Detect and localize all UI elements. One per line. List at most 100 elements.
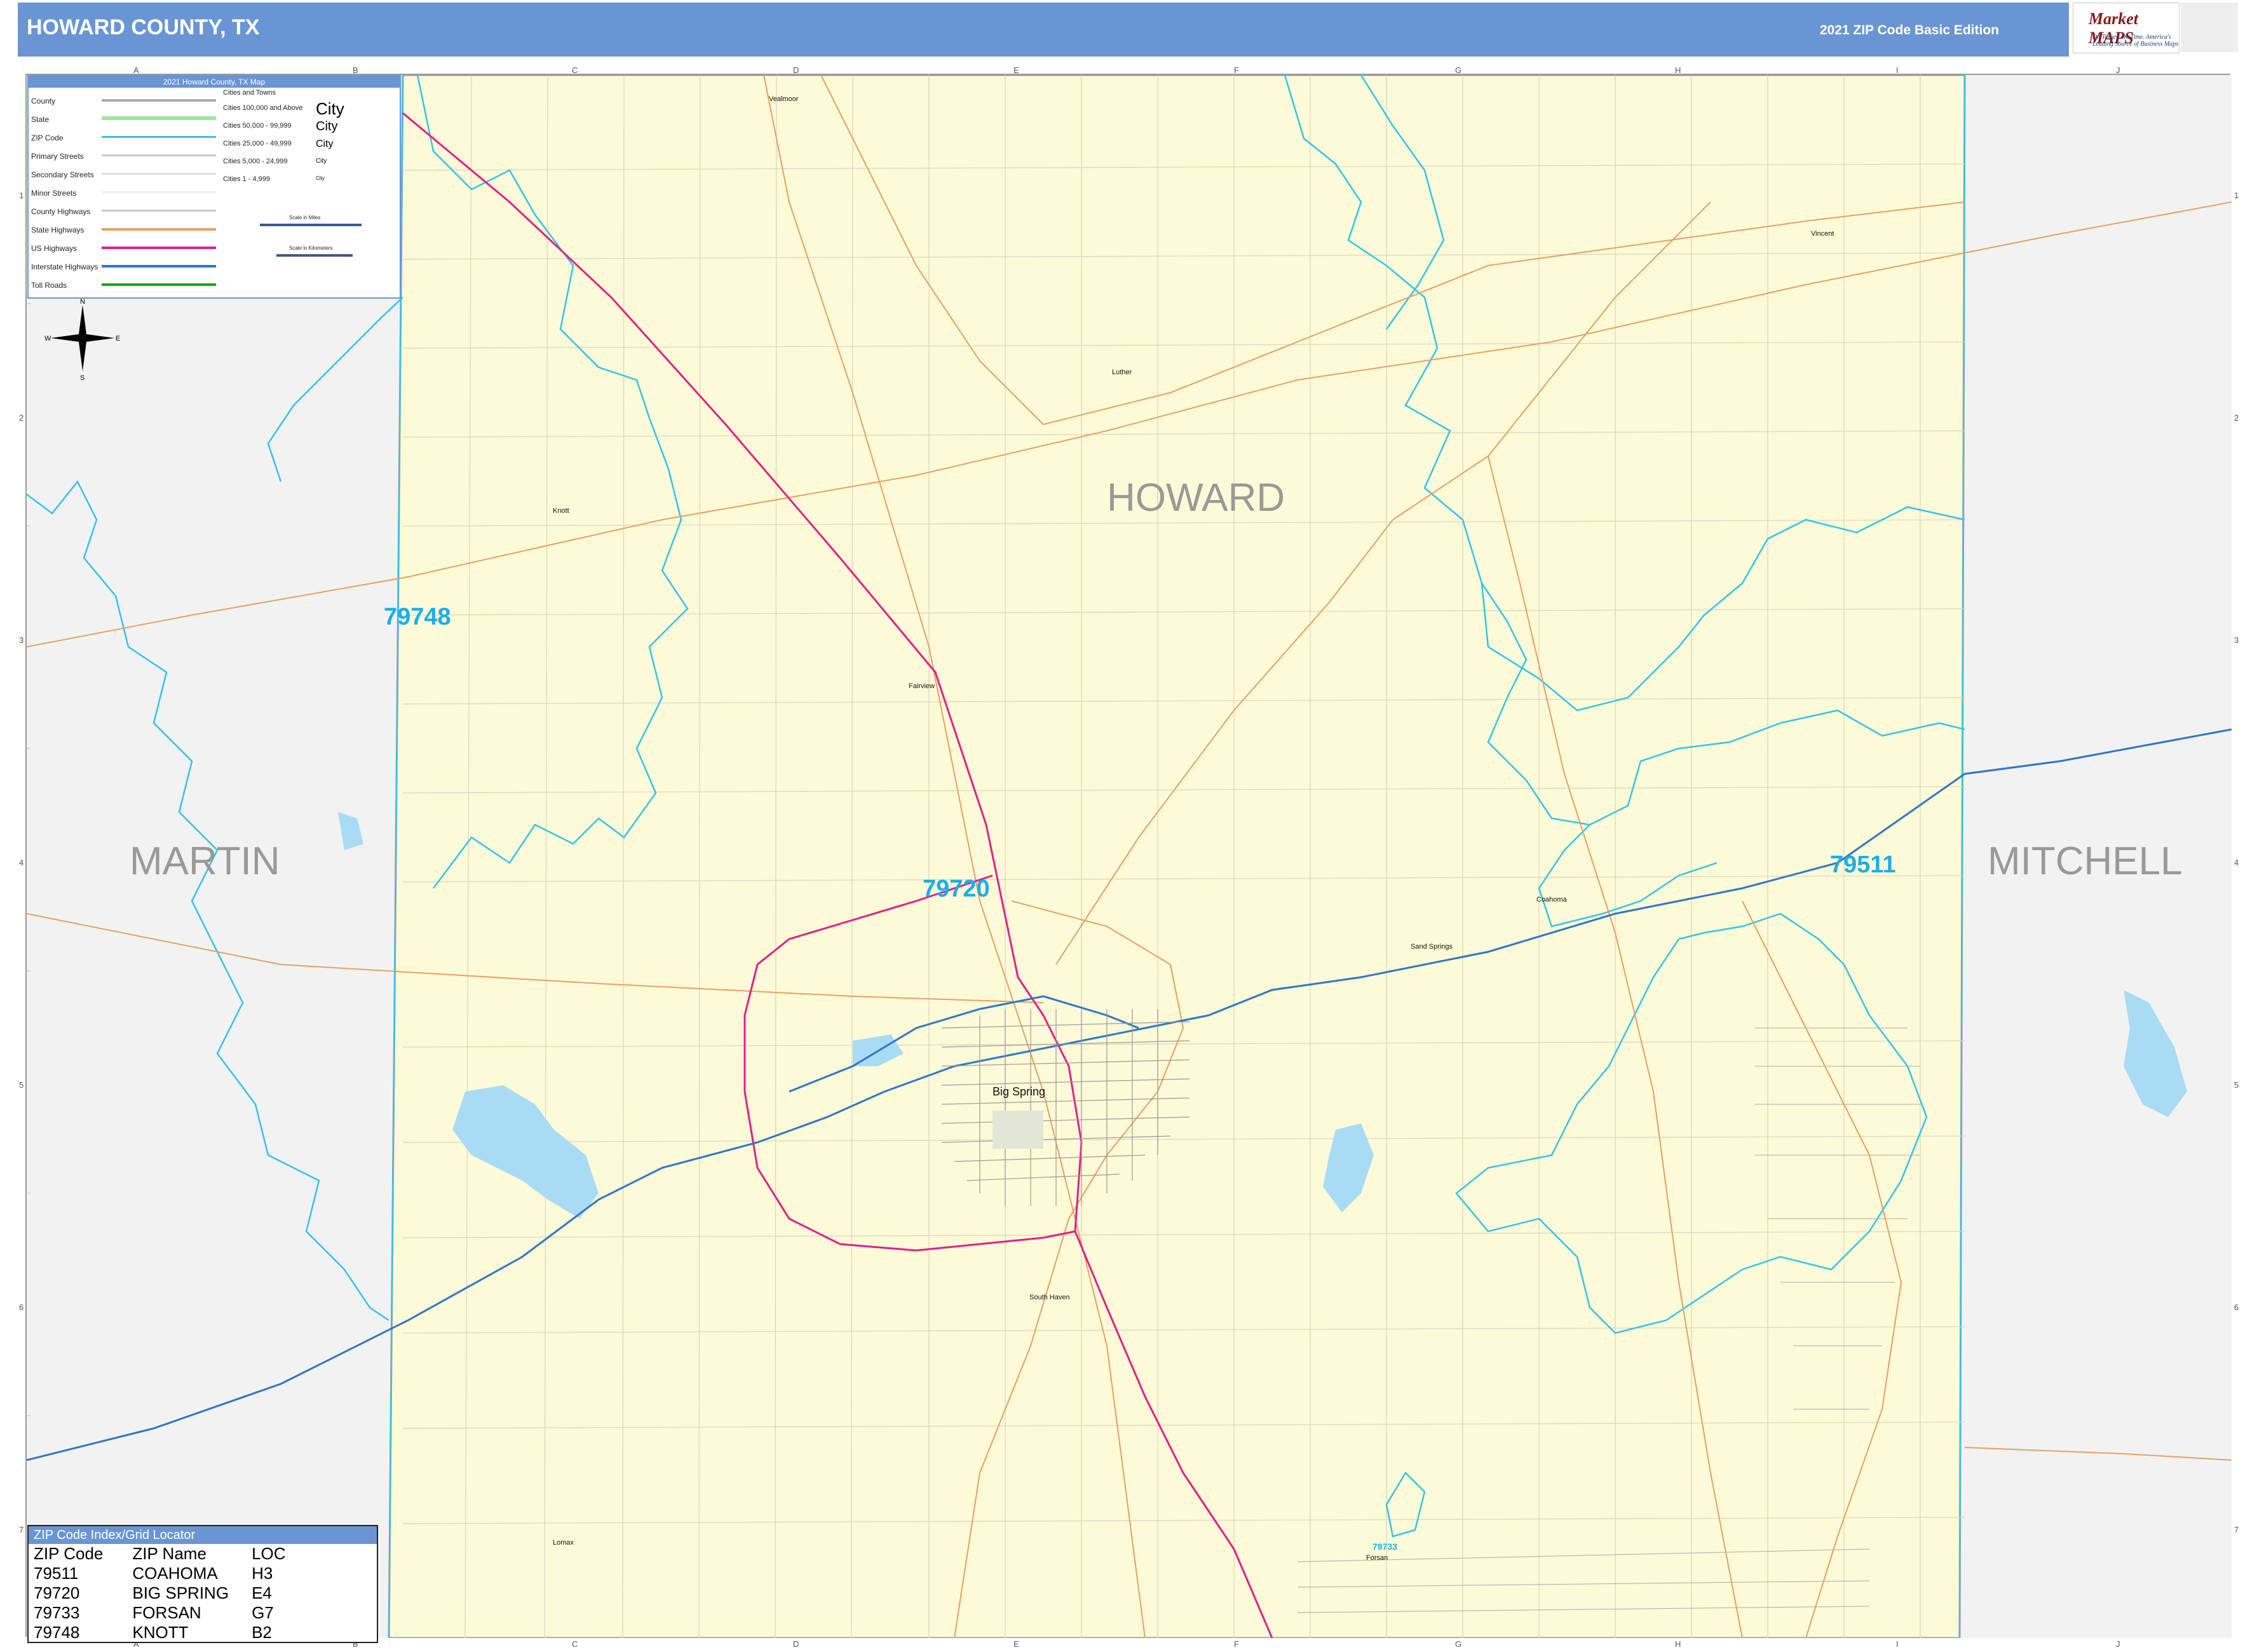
legend-title: 2021 Howard County, TX Map (29, 76, 400, 88)
legend-city-mark: City (316, 119, 338, 133)
zip-label-79511: 79511 (1830, 851, 1896, 878)
place-label-coahoma: Coahoma (1536, 896, 1567, 904)
legend-city-class: Cities 50,000 - 99,999 (223, 122, 292, 130)
grid-col-label: D (793, 1639, 799, 1649)
compass-n: N (80, 299, 85, 306)
zip-index-cell: H3 (252, 1564, 273, 1583)
grid-col-label: H (1675, 1639, 1681, 1649)
grid-row-label: 7 (2234, 1525, 2239, 1534)
map-header: HOWARD COUNTY, TX 2021 ZIP Code Basic Ed… (18, 3, 2069, 57)
legend-swatch-county (102, 99, 216, 102)
edition-label: 2021 ZIP Code Basic Edition (1819, 23, 1999, 37)
place-label-fairview: Fairview (909, 682, 935, 690)
zip-index-header: LOC (252, 1544, 286, 1563)
legend-city-mark: City (316, 175, 325, 181)
legend-item-county: County (31, 97, 56, 105)
place-label-south-haven: South Haven (1029, 1294, 1070, 1301)
logo-contact-box (2181, 3, 2238, 52)
grid-col-label: D (793, 65, 799, 75)
zip-label-79720: 79720 (923, 876, 990, 902)
legend-swatch-interstate (102, 265, 216, 267)
place-label-vealmoor: Vealmoor (769, 95, 799, 103)
zip-index-header: ZIP Name (132, 1544, 207, 1563)
airport-area (993, 1111, 1043, 1149)
compass-w: W (44, 335, 51, 342)
place-label-vincent: Vincent (1811, 230, 1834, 238)
howard-county-area (388, 75, 1966, 1638)
grid-col-label: E (1013, 1639, 1019, 1649)
legend-swatch-county-hwy (102, 210, 216, 212)
grid-col-label: J (2116, 65, 2120, 75)
zip-index-cell: B2 (252, 1623, 272, 1642)
legend-swatch-us-hwy (102, 247, 216, 249)
legend-city-class: Cities 1 - 4,999 (223, 175, 270, 183)
zip-index-row: 79748 KNOTT B2 (30, 1623, 290, 1642)
place-label-lomax: Lomax (553, 1539, 574, 1547)
zip-index-row: 79511 COAHOMA H3 (30, 1564, 290, 1583)
map-frame[interactable] (25, 74, 2232, 1638)
grid-col-label: G (1455, 65, 1462, 75)
legend-item-county-hwy: County Highways (31, 207, 91, 216)
place-label-sand-springs: Sand Springs (1411, 943, 1453, 951)
market-maps-logo: Market MAPS On Target. On Time. America'… (2073, 3, 2179, 53)
grid-col-label: C (572, 1639, 578, 1649)
map-legend: 2021 Howard County, TX Map County State … (27, 75, 401, 299)
zip-index-cell: 79748 (34, 1623, 80, 1642)
grid-col-label: E (1013, 65, 1019, 75)
legend-swatch-zip (102, 136, 216, 138)
legend-scale-km-bar (276, 254, 353, 257)
zip-index-table: ZIP Code ZIP Name LOC 79511 COAHOMA H3 7… (30, 1544, 290, 1642)
legend-city-class: Cities 100,000 and Above (223, 104, 303, 112)
grid-row-label: 2 (19, 413, 24, 423)
legend-item-toll: Toll Roads (31, 281, 67, 290)
legend-scale-miles: Scale in Miles (289, 215, 321, 220)
legend-item-us-hwy: US Highways (31, 244, 78, 253)
zip-index-title: ZIP Code Index/Grid Locator (29, 1526, 377, 1544)
legend-city-mark: City (316, 158, 327, 165)
grid-row-label: 1 (19, 191, 24, 200)
zip-index-cell: KNOTT (132, 1623, 189, 1642)
grid-col-label: I (1896, 65, 1899, 75)
zip-code-index: ZIP Code Index/Grid Locator ZIP Code ZIP… (27, 1525, 378, 1643)
grid-col-label: H (1675, 65, 1681, 75)
legend-item-state: State (31, 115, 50, 124)
legend-scale-km: Scale in Kilometers (289, 245, 333, 251)
grid-col-label: F (1234, 1639, 1239, 1649)
grid-col-label: J (2116, 1639, 2120, 1649)
zip-label-79748: 79748 (384, 604, 451, 630)
zip-index-cell: 79733 (34, 1603, 80, 1622)
place-label-luther: Luther (1112, 369, 1132, 376)
county-label-mitchell: MITCHELL (1988, 839, 2183, 883)
compass-e: E (116, 335, 120, 342)
legend-city-class: Cities 5,000 - 24,999 (223, 158, 288, 165)
legend-item-interstate: Interstate Highways (31, 262, 98, 271)
compass-s: S (80, 374, 85, 381)
zip-index-header-row: ZIP Code ZIP Name LOC (30, 1544, 290, 1564)
grid-row-label: 2 (2234, 413, 2239, 423)
legend-swatch-toll (102, 283, 216, 286)
grid-row-label: 4 (2234, 858, 2239, 867)
legend-cities-title: Cities and Towns (223, 89, 276, 97)
zip-index-cell: 79720 (34, 1583, 80, 1602)
zip-index-cell: 79511 (34, 1564, 79, 1583)
zip-index-cell: E4 (252, 1583, 272, 1602)
logo-tagline: On Target. On Time. America's Leading So… (2092, 34, 2179, 48)
county-label-howard: HOWARD (1107, 476, 1285, 520)
legend-swatch-state-hwy (102, 228, 216, 231)
grid-row-label: 3 (2234, 635, 2239, 645)
legend-swatch-state (102, 116, 216, 120)
zip-index-row: 79720 BIG SPRING E4 (30, 1583, 290, 1603)
legend-item-state-hwy: State Highways (31, 226, 85, 234)
county-label-martin: MARTIN (130, 839, 280, 883)
legend-city-class: Cities 25,000 - 49,999 (223, 140, 292, 147)
zip-index-cell: COAHOMA (132, 1564, 218, 1583)
legend-scale-miles-bar (260, 224, 362, 226)
place-label-big-spring: Big Spring (993, 1085, 1046, 1098)
zip-label-79733: 79733 (1372, 1541, 1397, 1552)
legend-item-secondary: Secondary Streets (31, 170, 94, 179)
map-canvas[interactable] (27, 75, 2232, 1638)
grid-row-label: 5 (19, 1080, 24, 1090)
legend-item-minor: Minor Streets (31, 189, 77, 198)
legend-swatch-minor (102, 191, 216, 193)
place-label-forsan: Forsan (1366, 1554, 1388, 1562)
